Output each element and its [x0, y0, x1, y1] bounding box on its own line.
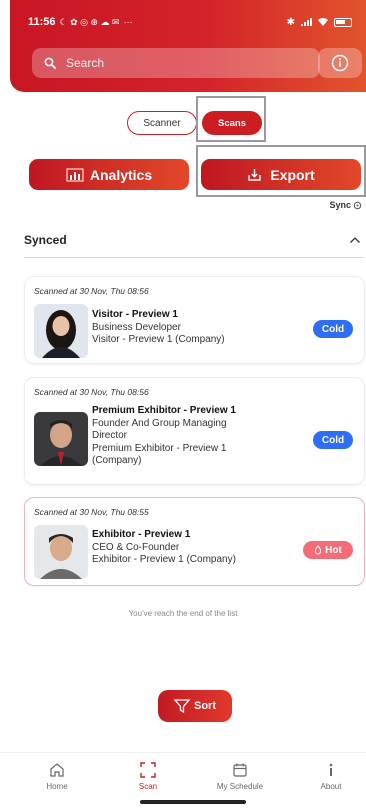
- contact-line: Founder And Group Managing: [92, 417, 227, 429]
- contact-line: CEO & Co-Founder: [92, 541, 180, 553]
- end-of-list-text: You've reach the end of the list: [128, 609, 238, 618]
- sort-button[interactable]: Sort: [158, 690, 232, 722]
- scan-card-exhibitor[interactable]: Scanned at 30 Nov, Thu 08:55 Exhibitor -…: [24, 497, 365, 586]
- wifi-icon: [318, 18, 328, 26]
- scan-card-visitor[interactable]: Scanned at 30 Nov, Thu 08:56 Visitor - P…: [24, 276, 365, 364]
- analytics-button[interactable]: Analytics: [29, 159, 189, 190]
- nav-schedule-label: My Schedule: [216, 782, 264, 791]
- home-indicator: [140, 800, 246, 804]
- about-info-icon: [329, 763, 333, 776]
- app-header: 11:56 ☾ ✿ ◎ ⊕ ☁ ✉ ··· ✱: [10, 0, 366, 92]
- section-divider: [24, 257, 364, 258]
- info-icon: [331, 54, 349, 72]
- fire-icon: [315, 545, 322, 555]
- lead-tag-hot: Hot: [303, 541, 353, 559]
- scan-time: Scanned at 30 Nov, Thu 08:56: [34, 387, 149, 397]
- nav-home[interactable]: Home: [17, 761, 97, 791]
- sync-icon: [353, 201, 362, 209]
- contact-info: Visitor - Preview 1 Business Developer V…: [92, 309, 302, 347]
- status-bar: 11:56 ☾ ✿ ◎ ⊕ ☁ ✉ ··· ✱: [28, 14, 352, 30]
- bluetooth-icon: ✱: [286, 16, 295, 28]
- sort-filter-icon: [174, 699, 190, 713]
- status-extra: ···: [123, 17, 133, 27]
- lead-tag-label: Hot: [325, 544, 342, 556]
- nav-scan[interactable]: Scan: [108, 761, 188, 791]
- contact-name: Exhibitor - Preview 1: [92, 529, 191, 540]
- lead-tag-cold: Cold: [313, 320, 353, 338]
- battery-icon: [334, 17, 352, 27]
- sort-button-label: Sort: [194, 700, 216, 712]
- contact-info: Exhibitor - Preview 1 CEO & Co-Founder E…: [92, 529, 302, 567]
- search-input[interactable]: [66, 56, 266, 70]
- info-button[interactable]: [318, 48, 362, 78]
- nav-home-label: Home: [46, 782, 68, 791]
- collapse-button[interactable]: [349, 232, 361, 250]
- avatar: [34, 525, 88, 579]
- contact-line: Director: [92, 430, 128, 441]
- contact-line: (Company): [92, 455, 142, 466]
- contact-line: Exhibitor - Preview 1 (Company): [92, 554, 236, 565]
- avatar: [34, 304, 88, 358]
- tab-scanner-label: Scanner: [143, 117, 181, 129]
- lead-tag-label: Cold: [321, 434, 345, 446]
- search-bar[interactable]: [32, 48, 320, 78]
- contact-name: Visitor - Preview 1: [92, 309, 178, 320]
- nav-about[interactable]: About: [291, 761, 366, 791]
- lead-tag-cold: Cold: [313, 431, 353, 449]
- sync-button[interactable]: Sync: [329, 200, 362, 210]
- nav-my-schedule[interactable]: My Schedule: [200, 761, 280, 791]
- contact-line: Visitor - Preview 1 (Company): [92, 334, 225, 345]
- search-icon: [44, 57, 56, 69]
- analytics-chart-icon: [66, 168, 84, 181]
- contact-line: Business Developer: [92, 321, 181, 333]
- scan-card-premium-exhibitor[interactable]: Scanned at 30 Nov, Thu 08:56 Premium Exh…: [24, 377, 365, 485]
- contact-name: Premium Exhibitor - Preview 1: [92, 405, 236, 416]
- scan-icon: [140, 762, 156, 778]
- analytics-button-label: Analytics: [89, 166, 153, 183]
- signal-icon: [301, 18, 312, 26]
- scan-time: Scanned at 30 Nov, Thu 08:55: [34, 507, 149, 517]
- notification-icons: ☾ ✿ ◎ ⊕ ☁ ✉: [59, 16, 120, 27]
- highlight-box-export: [196, 145, 366, 197]
- lead-tag-label: Cold: [321, 323, 345, 335]
- chevron-up-icon: [350, 237, 360, 243]
- contact-info: Premium Exhibitor - Preview 1 Founder An…: [92, 405, 302, 468]
- sync-label: Sync: [329, 200, 351, 210]
- section-title: Synced: [24, 233, 67, 247]
- tab-scanner[interactable]: Scanner: [127, 111, 197, 135]
- avatar: [34, 412, 88, 466]
- scan-time: Scanned at 30 Nov, Thu 08:56: [34, 286, 149, 296]
- contact-line: Premium Exhibitor - Preview 1: [92, 442, 227, 454]
- nav-scan-label: Scan: [138, 782, 158, 791]
- nav-about-label: About: [320, 782, 342, 791]
- home-icon: [50, 763, 64, 777]
- status-time: 11:56: [28, 16, 56, 28]
- highlight-box-scans: [196, 96, 266, 142]
- schedule-icon: [233, 763, 247, 777]
